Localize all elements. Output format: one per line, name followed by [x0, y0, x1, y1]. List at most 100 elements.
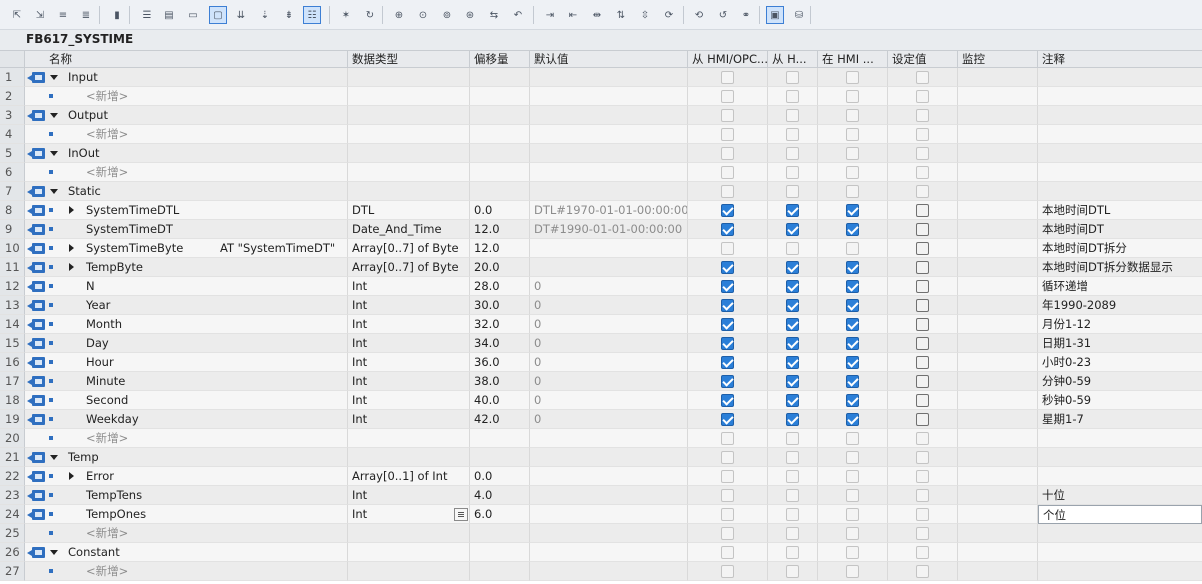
load-icon[interactable]: ⇊ — [232, 6, 250, 24]
setpoint-cell[interactable] — [888, 524, 958, 543]
comment-cell[interactable]: 本地时间DTL — [1038, 201, 1202, 220]
datatype-cell[interactable] — [348, 562, 470, 581]
hmi-opc-accessible-cell[interactable] — [688, 220, 768, 239]
checkbox[interactable] — [846, 432, 859, 445]
star-icon[interactable]: ✶ — [337, 6, 355, 24]
outdent-icon[interactable]: ⇤ — [564, 6, 582, 24]
checkbox[interactable] — [721, 109, 734, 122]
table-row[interactable]: 14 Month Int 32.0 0 月份1-12 — [0, 315, 1202, 334]
checkbox[interactable] — [786, 71, 799, 84]
checkbox-checked[interactable] — [846, 299, 859, 312]
default-value-cell[interactable]: 0 — [530, 410, 688, 429]
from-hmi-writable-cell[interactable] — [768, 277, 818, 296]
copy-icon[interactable]: ⊕ — [390, 6, 408, 24]
checkbox-checked[interactable] — [721, 394, 734, 407]
checkbox-checked[interactable] — [786, 356, 799, 369]
name-cell[interactable]: Hour — [25, 353, 348, 372]
from-hmi-writable-cell[interactable] — [768, 410, 818, 429]
table-row[interactable]: 1 Input — [0, 68, 1202, 87]
checkbox[interactable] — [721, 71, 734, 84]
visible-in-hmi-cell[interactable] — [818, 258, 888, 277]
comment-cell[interactable] — [1038, 467, 1202, 486]
hmi-opc-accessible-cell[interactable] — [688, 410, 768, 429]
transfer-icon[interactable]: ⇆ — [485, 6, 503, 24]
hmi-opc-accessible-cell[interactable] — [688, 391, 768, 410]
default-value-cell[interactable] — [530, 486, 688, 505]
visible-in-hmi-cell[interactable] — [818, 334, 888, 353]
checkbox[interactable] — [846, 71, 859, 84]
delete-row-icon[interactable]: ⇲ — [31, 6, 49, 24]
name-cell[interactable]: <新增> — [25, 163, 348, 182]
checkbox[interactable] — [721, 147, 734, 160]
checkbox-checked[interactable] — [786, 337, 799, 350]
checkbox[interactable] — [786, 527, 799, 540]
checkbox-checked[interactable] — [786, 299, 799, 312]
hmi-opc-accessible-cell[interactable] — [688, 182, 768, 201]
setpoint-cell[interactable] — [888, 125, 958, 144]
setpoint-cell[interactable] — [888, 106, 958, 125]
hmi-opc-accessible-cell[interactable] — [688, 467, 768, 486]
table-row[interactable]: 8 SystemTimeDTL DTL 0.0 DTL#1970-01-01-00:00… — [0, 201, 1202, 220]
from-hmi-writable-cell[interactable] — [768, 87, 818, 106]
comment-cell[interactable]: 月份1-12 — [1038, 315, 1202, 334]
checkbox[interactable] — [846, 565, 859, 578]
visible-in-hmi-cell[interactable] — [818, 125, 888, 144]
checkbox-checked[interactable] — [846, 280, 859, 293]
name-cell[interactable]: TempByte — [25, 258, 348, 277]
default-value-cell[interactable]: DTL#1970-01-01-00:00:00 — [530, 201, 688, 220]
name-cell[interactable]: Output — [25, 106, 348, 125]
table-row[interactable]: 12 N Int 28.0 0 循环递增 — [0, 277, 1202, 296]
visible-in-hmi-cell[interactable] — [818, 144, 888, 163]
checkbox[interactable] — [916, 527, 929, 540]
checkbox[interactable] — [916, 109, 929, 122]
expand-icon[interactable]: ⇳ — [636, 6, 654, 24]
checkbox[interactable] — [916, 147, 929, 160]
comment-cell[interactable]: 星期1-7 — [1038, 410, 1202, 429]
checkbox[interactable] — [916, 204, 929, 217]
setpoint-cell[interactable] — [888, 353, 958, 372]
comment-cell[interactable] — [1038, 562, 1202, 581]
hmi-opc-accessible-cell[interactable] — [688, 543, 768, 562]
table-row[interactable]: 21 Temp — [0, 448, 1202, 467]
hmi-opc-accessible-cell[interactable] — [688, 562, 768, 581]
properties-icon[interactable]: ▭ — [184, 6, 202, 24]
hmi-opc-accessible-cell[interactable] — [688, 448, 768, 467]
checkbox-checked[interactable] — [786, 204, 799, 217]
visible-in-hmi-cell[interactable] — [818, 543, 888, 562]
table-row[interactable]: 4 <新增> — [0, 125, 1202, 144]
visible-in-hmi-cell[interactable] — [818, 467, 888, 486]
hmi-opc-accessible-cell[interactable] — [688, 334, 768, 353]
comment-cell[interactable] — [1038, 125, 1202, 144]
setpoint-cell[interactable] — [888, 448, 958, 467]
header-monitor[interactable]: 监控 — [958, 51, 1038, 67]
checkbox[interactable] — [786, 185, 799, 198]
checkbox[interactable] — [786, 451, 799, 464]
checkbox[interactable] — [786, 432, 799, 445]
header-from-h[interactable]: 从 H... — [768, 51, 818, 67]
name-cell[interactable]: N — [25, 277, 348, 296]
checkbox[interactable] — [846, 470, 859, 483]
checkbox-checked[interactable] — [786, 394, 799, 407]
expand-triangle-icon[interactable] — [69, 206, 74, 214]
default-value-cell[interactable] — [530, 562, 688, 581]
datatype-cell[interactable]: Array[0..1] of Int — [348, 467, 470, 486]
monitor-icon[interactable]: ⚭ — [737, 6, 755, 24]
default-value-cell[interactable]: 0 — [530, 372, 688, 391]
hmi-opc-accessible-cell[interactable] — [688, 125, 768, 144]
comment-cell[interactable] — [1038, 68, 1202, 87]
checkbox[interactable] — [916, 432, 929, 445]
checkbox[interactable] — [916, 128, 929, 141]
checkbox[interactable] — [721, 527, 734, 540]
from-hmi-writable-cell[interactable] — [768, 467, 818, 486]
checkbox-checked[interactable] — [721, 356, 734, 369]
default-value-cell[interactable] — [530, 87, 688, 106]
from-hmi-writable-cell[interactable] — [768, 391, 818, 410]
name-cell[interactable]: Month — [25, 315, 348, 334]
checkbox[interactable] — [721, 470, 734, 483]
from-hmi-writable-cell[interactable] — [768, 315, 818, 334]
name-cell[interactable]: Temp — [25, 448, 348, 467]
update-icon[interactable]: ⟲ — [690, 6, 708, 24]
checkbox[interactable] — [916, 71, 929, 84]
default-value-cell[interactable] — [530, 258, 688, 277]
name-cell[interactable]: SystemTimeByte AT "SystemTimeDT" — [25, 239, 348, 258]
